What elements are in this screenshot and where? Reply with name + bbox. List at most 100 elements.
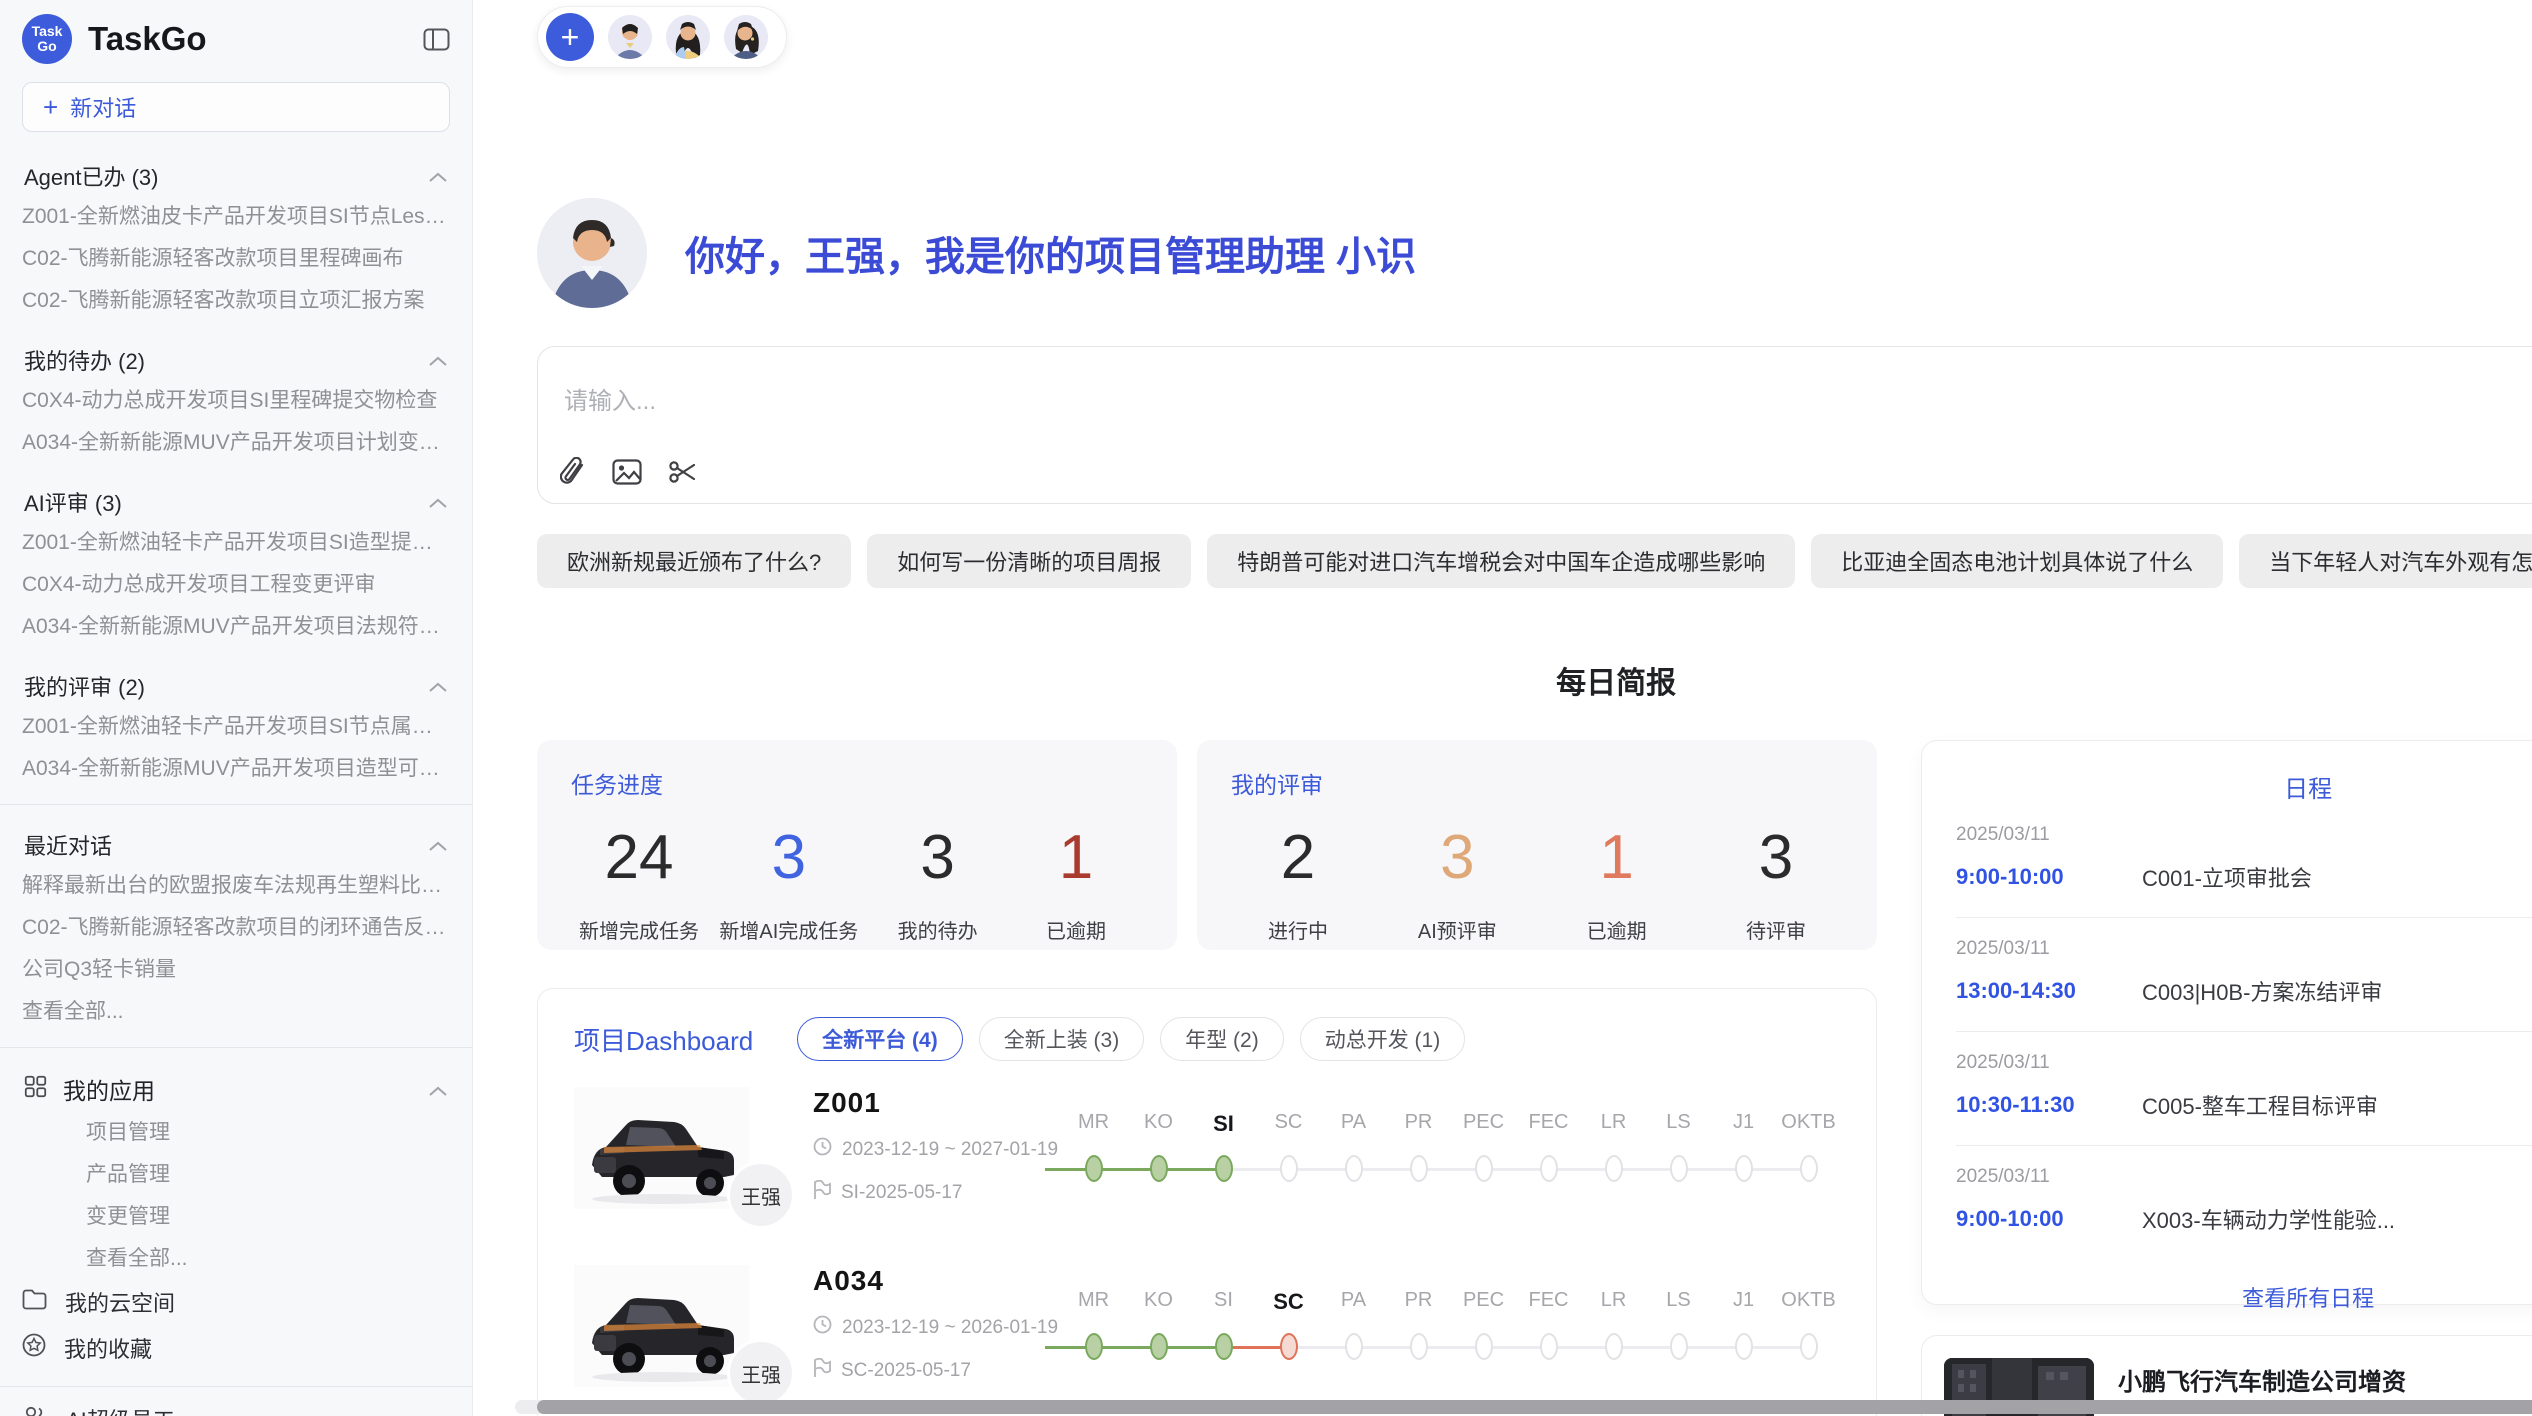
chevron-up-icon[interactable]: [428, 1076, 448, 1103]
sidebar-task-item[interactable]: C02-飞腾新能源轻客改款项目里程碑画布: [22, 236, 450, 278]
milestone-node-fec[interactable]: [1540, 1155, 1558, 1182]
milestone-node-sc[interactable]: [1280, 1333, 1298, 1360]
schedule-event-title: C001-立项审批会: [2124, 861, 2532, 893]
chevron-up-icon[interactable]: [428, 163, 448, 189]
milestone-node-pr[interactable]: [1410, 1155, 1428, 1182]
sidebar-task-item[interactable]: Z001-全新燃油轻卡产品开发项目SI节点属性5D文件评审: [22, 704, 450, 746]
sidebar-collapse-icon[interactable]: [423, 28, 450, 51]
milestone-node-ls[interactable]: [1670, 1155, 1688, 1182]
star-badge-icon: [22, 1333, 46, 1363]
sidebar-task-item[interactable]: Z001-全新燃油皮卡产品开发项目SI节点Lesson Learn报告: [22, 194, 450, 236]
milestone-node-ls[interactable]: [1670, 1333, 1688, 1360]
stat: 1已逾期: [1558, 822, 1676, 944]
chevron-up-icon[interactable]: [428, 347, 448, 373]
dashboard-tab[interactable]: 全新平台 (4): [797, 1017, 963, 1061]
milestone-label: KO: [1126, 1289, 1191, 1315]
stat-label: 新增完成任务: [579, 915, 699, 944]
sidebar-task-item[interactable]: C0X4-动力总成开发项目工程变更评审: [22, 562, 450, 604]
sidebar-task-item[interactable]: A034-全新新能源MUV产品开发项目法规符合性评审: [22, 604, 450, 646]
app-item[interactable]: 产品管理: [22, 1152, 450, 1194]
sidebar-shortcut-label: 我的收藏: [64, 1332, 152, 1364]
task-item-label: A034-全新新能源MUV产品开发项目计划变更表编写: [22, 426, 450, 456]
recent-conversation-item[interactable]: C02-飞腾新能源轻客改款项目的闭环通告反馈情况: [22, 905, 450, 947]
suggestion-chip[interactable]: 比亚迪全固态电池计划具体说了什么: [1811, 534, 2223, 588]
assistant-avatar: [537, 198, 647, 308]
view-all-schedule-link[interactable]: 查看所有日程: [1956, 1259, 2532, 1313]
milestone-label: PEC: [1451, 1289, 1516, 1315]
session-avatar-3[interactable]: [724, 15, 768, 59]
scrollbar-thumb[interactable]: [537, 1400, 2532, 1414]
suggestion-chip[interactable]: 欧洲新规最近颁布了什么?: [537, 534, 851, 588]
milestone-node-pa[interactable]: [1345, 1333, 1363, 1360]
add-session-button[interactable]: +: [546, 13, 594, 61]
suggestion-chip[interactable]: 当下年轻人对汽车外观有怎样的喜好趋势: [2239, 534, 2532, 588]
milestone-node-oktb[interactable]: [1800, 1333, 1818, 1360]
milestone-node-lr[interactable]: [1605, 1333, 1623, 1360]
chevron-up-icon[interactable]: [428, 489, 448, 515]
dashboard-tab[interactable]: 动总开发 (1): [1300, 1017, 1466, 1061]
app-item[interactable]: 变更管理: [22, 1194, 450, 1236]
logo-line-1: Task: [32, 24, 63, 39]
sidebar-tool[interactable]: AI超级员工: [22, 1397, 450, 1416]
attach-icon[interactable]: [560, 457, 586, 487]
milestone-node-ko[interactable]: [1150, 1155, 1168, 1182]
chevron-up-icon[interactable]: [428, 832, 448, 858]
stat-card: 我的评审2进行中3AI预评审1已逾期3待评审: [1197, 740, 1877, 950]
scissors-icon[interactable]: [668, 458, 696, 486]
milestone-node-fec[interactable]: [1540, 1333, 1558, 1360]
milestone-node-pec[interactable]: [1475, 1333, 1493, 1360]
dashboard-tab[interactable]: 全新上装 (3): [979, 1017, 1145, 1061]
composer-input[interactable]: 请输入...: [564, 381, 656, 416]
apps-view-all-link[interactable]: 查看全部...: [22, 1236, 450, 1278]
milestone-node-sc[interactable]: [1280, 1155, 1298, 1182]
stat: 3AI预评审: [1398, 822, 1516, 944]
sidebar-task-item[interactable]: A034-全新新能源MUV产品开发项目计划变更表编写: [22, 420, 450, 462]
sidebar-shortcut[interactable]: 我的收藏: [22, 1326, 450, 1370]
milestone-label: J1: [1711, 1111, 1776, 1137]
session-avatar-2[interactable]: [666, 15, 710, 59]
milestone-node-ko[interactable]: [1150, 1333, 1168, 1360]
milestone-node-si[interactable]: [1215, 1333, 1233, 1360]
app-item[interactable]: 项目管理: [22, 1110, 450, 1152]
schedule-card: 日程 2025/03/119:00-10:00C001-立项审批会加入2025/…: [1921, 740, 2532, 1305]
sidebar-task-item[interactable]: A034-全新新能源MUV产品开发项目造型可行性评审: [22, 746, 450, 788]
milestone-node-pa[interactable]: [1345, 1155, 1363, 1182]
suggestion-chip[interactable]: 特朗普可能对进口汽车增税会对中国车企造成哪些影响: [1207, 534, 1795, 588]
recent-conversation-item[interactable]: 公司Q3轻卡销量: [22, 947, 450, 989]
dashboard-tab[interactable]: 年型 (2): [1160, 1017, 1284, 1061]
chevron-up-icon[interactable]: [428, 673, 448, 699]
my-apps-title: 我的应用: [63, 1072, 155, 1106]
sidebar-task-item[interactable]: Z001-全新燃油轻卡产品开发项目SI造型提交物评审: [22, 520, 450, 562]
sidebar-task-item[interactable]: C0X4-动力总成开发项目SI里程碑提交物检查: [22, 378, 450, 420]
section-header-1: 我的待办 (2): [24, 344, 448, 376]
divider: [0, 804, 472, 805]
milestone-node-oktb[interactable]: [1800, 1155, 1818, 1182]
milestone-node-mr[interactable]: [1085, 1333, 1103, 1360]
sidebar-task-item[interactable]: C02-飞腾新能源轻客改款项目立项汇报方案: [22, 278, 450, 320]
suggestion-chip[interactable]: 如何写一份清晰的项目周报: [867, 534, 1191, 588]
milestone-node-j1[interactable]: [1735, 1155, 1753, 1182]
stat-value: 2: [1239, 822, 1357, 893]
milestone-node-lr[interactable]: [1605, 1155, 1623, 1182]
new-chat-button[interactable]: + 新对话: [22, 82, 450, 132]
milestone-label: OKTB: [1776, 1111, 1841, 1137]
milestone-node-pec[interactable]: [1475, 1155, 1493, 1182]
milestone-label: PA: [1321, 1111, 1386, 1137]
milestone-node-pr[interactable]: [1410, 1333, 1428, 1360]
session-avatars-pill: +: [537, 6, 787, 68]
stat: 3新增AI完成任务: [719, 822, 858, 944]
recent-view-all-link[interactable]: 查看全部...: [22, 989, 450, 1031]
schedule-event-title: C005-整车工程目标评审: [2124, 1089, 2532, 1121]
milestone-node-j1[interactable]: [1735, 1333, 1753, 1360]
clock-icon: [813, 1315, 832, 1340]
milestone-node-si[interactable]: [1215, 1155, 1233, 1182]
recent-title: 最近对话: [24, 829, 112, 861]
my-apps-header[interactable]: 我的应用: [24, 1072, 448, 1106]
image-icon[interactable]: [612, 459, 642, 485]
milestone-node-mr[interactable]: [1085, 1155, 1103, 1182]
task-item-label: C0X4-动力总成开发项目SI里程碑提交物检查: [22, 384, 437, 414]
sidebar-shortcut[interactable]: 我的云空间: [22, 1280, 450, 1324]
milestone-label: FEC: [1516, 1111, 1581, 1137]
recent-conversation-item[interactable]: 解释最新出台的欧盟报废车法规再生塑料比例被调至15%...: [22, 863, 450, 905]
session-avatar-1[interactable]: [608, 15, 652, 59]
